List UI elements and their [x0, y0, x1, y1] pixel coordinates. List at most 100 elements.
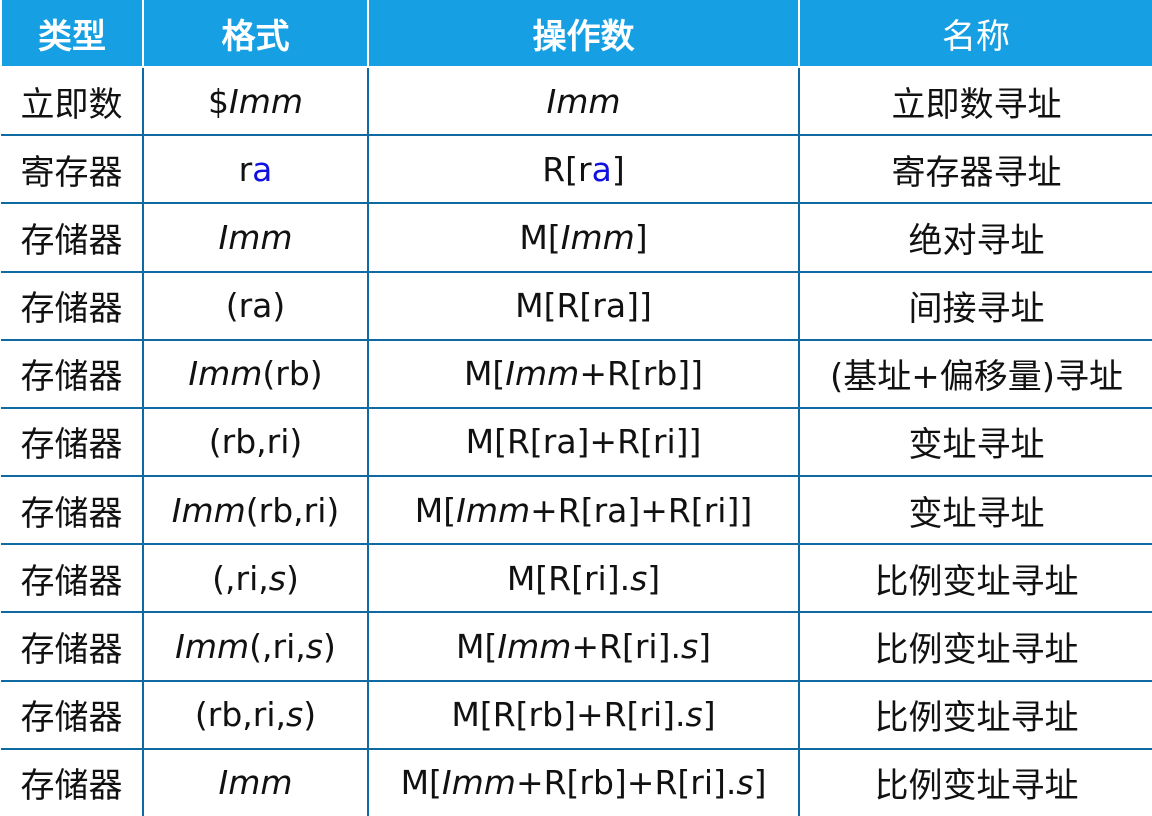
cell-type: 存储器	[1, 475, 144, 546]
cell-operand: M[Imm+R[rb]]	[367, 338, 800, 409]
cell-name: 变址寻址	[798, 475, 1152, 546]
format-segment: Imm	[171, 490, 246, 530]
table-row: 存储器 (ra) M[R[ra]] 间接寻址	[1, 270, 1152, 341]
format-segment: )	[285, 558, 299, 598]
cell-format: (ra)	[142, 270, 369, 341]
table-row: 存储器 Imm(rb,ri) M[Imm+R[ra]+R[ri]] 变址寻址	[1, 475, 1152, 546]
cell-operand: M[Imm+R[rb]+R[ri].s]	[367, 747, 800, 816]
operand-segment: s	[630, 558, 648, 598]
cell-name: 比例变址寻址	[798, 747, 1152, 816]
cell-name: 间接寻址	[798, 270, 1152, 341]
cell-type: 存储器	[1, 679, 144, 750]
operand-segment: +R[ri].	[571, 626, 681, 666]
operand-segment: M[	[400, 763, 442, 803]
cell-type: 存储器	[1, 543, 144, 614]
operand-segment: +R[ra]+R[ri]]	[530, 490, 753, 530]
format-segment: Imm	[175, 626, 250, 666]
cell-name: 比例变址寻址	[798, 543, 1152, 614]
cell-type: 立即数	[1, 65, 144, 137]
cell-operand: R[ra]	[367, 134, 800, 205]
cell-format: (,ri,s)	[142, 543, 369, 614]
cell-format: Imm(rb)	[142, 338, 369, 409]
format-segment: (,ri,	[249, 626, 306, 666]
operand-segment: Imm	[456, 490, 531, 530]
operand-segment: +R[rb]+R[ri].	[515, 763, 737, 803]
operand-segment: M[	[463, 354, 506, 394]
operand-segment: M[R[ri].	[506, 558, 631, 598]
format-segment: Imm	[218, 217, 293, 257]
format-segment: (rb,ri,	[194, 695, 287, 735]
operand-segment: R[r	[542, 149, 592, 189]
cell-operand: M[Imm+R[ra]+R[ri]]	[367, 475, 800, 546]
cell-operand: M[R[ri].s]	[367, 543, 800, 614]
cell-operand: M[Imm+R[ri].s]	[367, 611, 800, 682]
table-row: 存储器 Imm M[Imm] 绝对寻址	[1, 202, 1152, 273]
cell-operand: M[Imm]	[367, 202, 800, 273]
operand-segment: ]	[634, 217, 648, 257]
operand-segment: ]	[647, 558, 661, 598]
format-segment: a	[252, 149, 273, 189]
format-segment: (rb,ri)	[245, 490, 340, 530]
cell-name: 比例变址寻址	[798, 611, 1152, 682]
cell-name: 变址寻址	[798, 406, 1152, 478]
table-row: 存储器 (rb,ri) M[R[ra]+R[ri]] 变址寻址	[1, 406, 1152, 478]
cell-format: Imm	[142, 747, 369, 816]
cell-operand: M[R[ra]+R[ri]]	[367, 406, 800, 478]
addressing-modes-table: 类型 格式 操作数 名称 立即数 $Imm Imm 立即数寻址 寄存器 ra R[ra] 寄存…	[0, 0, 1152, 816]
table-row: 存储器 Imm(,ri,s) M[Imm+R[ri].s] 比例变址寻址	[1, 611, 1152, 682]
operand-segment: Imm	[505, 354, 580, 394]
cell-format: (rb,ri)	[142, 406, 369, 478]
operand-segment: ]	[702, 695, 716, 735]
cell-operand: Imm	[367, 65, 800, 137]
format-segment: r	[238, 149, 253, 189]
format-segment: s	[305, 626, 323, 666]
operand-segment: Imm	[560, 217, 635, 257]
format-segment: s	[268, 558, 286, 598]
format-segment: (,ri,	[212, 558, 269, 598]
cell-type: 存储器	[1, 338, 144, 409]
cell-type: 寄存器	[1, 134, 144, 205]
operand-segment: s	[736, 763, 754, 803]
operand-segment: Imm	[441, 763, 516, 803]
cell-name: 绝对寻址	[798, 202, 1152, 273]
cell-operand: M[R[rb]+R[ri].s]	[367, 679, 800, 750]
header-operand: 操作数	[367, 0, 800, 68]
operand-segment: +R[rb]]	[579, 354, 704, 394]
header-type: 类型	[0, 0, 144, 68]
cell-name: 立即数寻址	[798, 65, 1152, 137]
operand-segment: M[	[455, 626, 498, 666]
cell-type: 存储器	[1, 202, 144, 273]
operand-segment: a	[591, 149, 612, 189]
cell-format: Imm(,ri,s)	[142, 611, 369, 682]
format-segment: s	[286, 695, 304, 735]
operand-segment: M[R[ra]+R[ri]]	[465, 422, 702, 462]
cell-format: Imm(rb,ri)	[142, 475, 369, 546]
operand-segment: M[R[rb]+R[ri].	[451, 695, 686, 735]
operand-segment: M[	[519, 217, 561, 257]
cell-format: ra	[142, 134, 369, 205]
format-segment: Imm	[188, 354, 263, 394]
cell-name: 比例变址寻址	[798, 679, 1152, 750]
table-row: 寄存器 ra R[ra] 寄存器寻址	[1, 134, 1152, 205]
operand-segment: ]	[753, 763, 767, 803]
operand-segment: M[R[ra]]	[515, 286, 652, 326]
format-segment: Imm	[218, 763, 293, 803]
header-name: 名称	[798, 0, 1152, 68]
format-segment: $	[207, 81, 229, 121]
table-row: 存储器 Imm M[Imm+R[rb]+R[ri].s] 比例变址寻址	[1, 747, 1152, 816]
table-body: 立即数 $Imm Imm 立即数寻址 寄存器 ra R[ra] 寄存器寻址 存储器 Imm M[Im…	[1, 65, 1152, 816]
header-format: 格式	[142, 0, 369, 68]
operand-segment: ]	[611, 149, 625, 189]
cell-format: Imm	[142, 202, 369, 273]
format-segment: (rb)	[262, 354, 323, 394]
operand-segment: s	[680, 626, 699, 666]
format-segment: )	[322, 626, 336, 666]
operand-segment: Imm	[546, 81, 621, 121]
cell-type: 存储器	[1, 611, 144, 682]
format-segment: Imm	[228, 81, 304, 121]
cell-type: 存储器	[1, 270, 144, 341]
operand-segment: s	[685, 695, 703, 735]
cell-operand: M[R[ra]]	[367, 270, 800, 341]
cell-format: $Imm	[142, 65, 369, 137]
cell-type: 存储器	[1, 406, 144, 478]
